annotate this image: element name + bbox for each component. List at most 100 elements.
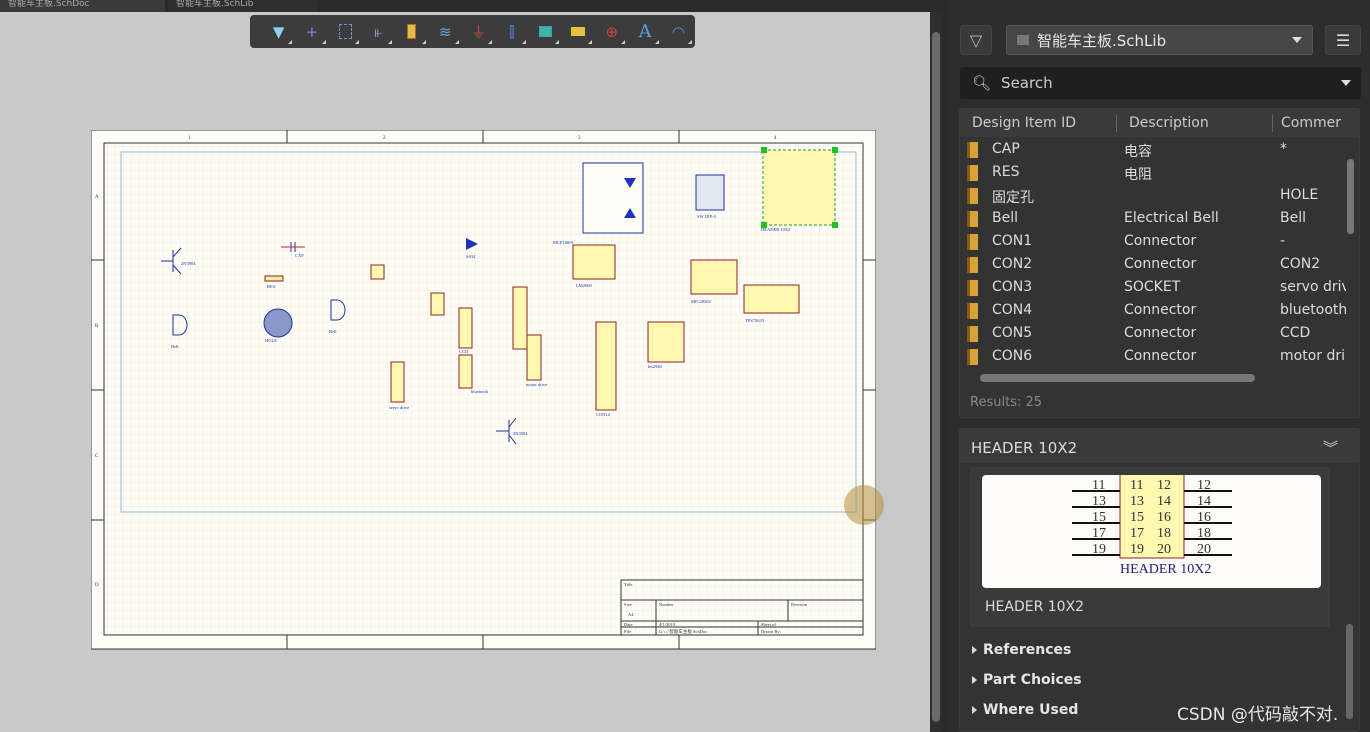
component-lm2940[interactable]	[647, 321, 685, 363]
component-con[interactable]	[390, 361, 405, 403]
column-header-id[interactable]: Design Item ID	[972, 115, 1076, 131]
tb-revision: Revision	[791, 602, 808, 607]
table-vscroll-thumb[interactable]	[1347, 159, 1354, 234]
component-optocoupler[interactable]	[582, 162, 644, 234]
component-lm2660[interactable]	[572, 244, 616, 280]
pin-number: 11	[1130, 478, 1143, 493]
gnd-icon[interactable]: ⏚	[462, 18, 495, 46]
table-row[interactable]: CAP 电容 *	[960, 139, 1345, 162]
cell-description: Connector	[1124, 233, 1197, 249]
cell-id: 固定孔	[992, 190, 1034, 206]
folder-icon	[1017, 35, 1029, 45]
chevron-down-icon	[1292, 37, 1302, 43]
cell-comment: motor dri	[1280, 348, 1345, 364]
sheet-icon[interactable]	[529, 18, 562, 46]
bus-icon[interactable]: ≋	[429, 18, 462, 46]
search-placeholder: Search	[1001, 74, 1053, 92]
pin-number: 12	[1157, 478, 1171, 493]
library-select[interactable]: 智能车主板.SchLib	[1006, 25, 1313, 55]
section-references[interactable]: References	[972, 642, 1071, 658]
panel-scroll-thumb[interactable]	[1346, 624, 1353, 719]
component-icon	[967, 326, 978, 342]
component-con12[interactable]	[595, 321, 617, 411]
table-row[interactable]: Bell Electrical Bell Bell	[960, 208, 1345, 231]
results-count: Results: 25	[970, 395, 1042, 410]
select-rect-icon[interactable]	[329, 18, 362, 46]
cell-id: CON6	[992, 348, 1033, 364]
component-icon	[967, 257, 978, 273]
table-row[interactable]: CON2 Connector CON2	[960, 254, 1345, 277]
preview-symbol-name: HEADER 10X2	[1120, 562, 1211, 577]
component-con[interactable]	[526, 334, 542, 381]
canvas-scroll-thumb[interactable]	[932, 32, 940, 722]
component-con[interactable]	[512, 286, 528, 350]
ref-label: MIC29302	[691, 299, 711, 304]
document-tabs: 智能车主板.SchDoc 智能车主板.SchLib	[0, 0, 930, 12]
cell-comment: *	[1280, 141, 1287, 157]
filter-button[interactable]: ▽	[960, 25, 992, 55]
cell-description: SOCKET	[1124, 279, 1181, 295]
align-icon[interactable]: ⫦	[362, 18, 395, 46]
cell-description: 电阻	[1124, 167, 1152, 183]
pin-number: 20	[1197, 542, 1211, 557]
table-row[interactable]: CON6 Connector motor dri	[960, 346, 1345, 369]
table-header: Design Item ID Description Commer	[960, 109, 1360, 137]
ref-label: MCP10601	[553, 240, 574, 245]
search-icon: 🔍︎	[972, 74, 992, 92]
component-mic29302[interactable]	[690, 259, 738, 295]
cell-comment: CCD	[1280, 325, 1311, 341]
text-icon[interactable]: A	[628, 18, 661, 46]
component-header-10x2-selected[interactable]	[762, 149, 836, 226]
net-label-icon[interactable]	[562, 18, 595, 46]
canvas-scrollbar[interactable]	[930, 12, 942, 732]
ref-label: bluetooth	[471, 389, 489, 394]
pin-number: 14	[1197, 494, 1211, 509]
table-row[interactable]: CON4 Connector bluetooth	[960, 300, 1346, 323]
component-icon	[967, 280, 978, 296]
cell-id: Bell	[992, 210, 1018, 226]
component-resistor[interactable]	[264, 275, 284, 282]
row-label: A	[95, 195, 99, 200]
schematic-sheet[interactable]: 1 2 3 4 A B C D 2N3904 CAP RES Bell HOLE…	[91, 130, 876, 650]
component-con[interactable]	[458, 307, 473, 349]
component-hole[interactable]	[263, 308, 293, 338]
tab-schdoc[interactable]: 智能车主板.SchDoc	[0, 0, 165, 12]
section-where-used[interactable]: Where Used	[972, 702, 1078, 718]
menu-button[interactable]: ☰	[1325, 25, 1361, 55]
component-dip-switch[interactable]	[695, 174, 725, 211]
search-input[interactable]: 🔍︎ Search	[960, 67, 1361, 99]
table-row[interactable]: CON1 Connector -	[960, 231, 1345, 254]
chevron-down-icon	[1341, 80, 1351, 86]
section-part-choices[interactable]: Part Choices	[972, 672, 1082, 688]
port-icon[interactable]: ⫿	[495, 18, 528, 46]
table-row[interactable]: RES 电阻	[960, 162, 1345, 185]
filter-icon: ▽	[969, 30, 983, 50]
cross-icon[interactable]: +	[295, 18, 328, 46]
component-con[interactable]	[430, 292, 445, 316]
selected-component-name: HEADER 10X2	[985, 599, 1085, 615]
preview-header[interactable]: HEADER 10X2 ︾	[960, 429, 1360, 463]
component-con[interactable]	[458, 354, 473, 389]
table-row[interactable]: CON5 Connector CCD	[960, 323, 1345, 346]
component-tps73633[interactable]	[743, 284, 800, 314]
part-icon[interactable]	[395, 18, 428, 46]
table-hscroll-thumb[interactable]	[980, 374, 1255, 382]
ref-label: HOLE	[265, 338, 277, 343]
filter-icon[interactable]: ▼	[262, 18, 295, 46]
column-header-description[interactable]: Description	[1129, 115, 1209, 131]
column-header-comment[interactable]: Commer	[1281, 115, 1341, 131]
component-icon	[967, 142, 978, 158]
probe-icon[interactable]: ⊕	[595, 18, 628, 46]
collapse-icon[interactable]: ︾	[1323, 437, 1338, 458]
component-icon	[967, 211, 978, 227]
tab-schlib[interactable]: 智能车主板.SchLib	[168, 0, 318, 12]
table-row[interactable]: 固定孔 HOLE	[960, 185, 1345, 208]
pin-number: 13	[1130, 494, 1144, 509]
pin-number: 15	[1092, 510, 1106, 525]
component-icon	[967, 165, 978, 181]
arc-icon[interactable]: ◠	[662, 18, 695, 46]
table-row[interactable]: CON3 SOCKET servo driv	[960, 277, 1346, 300]
tb-file: File	[624, 629, 631, 634]
cell-id: CON2	[992, 256, 1033, 272]
pin-number: 19	[1092, 542, 1106, 557]
